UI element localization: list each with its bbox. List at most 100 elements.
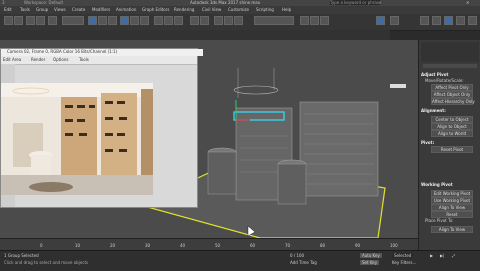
window-title: Autodesk 3ds Max 2017 shine.max bbox=[190, 0, 261, 5]
section-working-pivot[interactable]: Working Pivot bbox=[421, 182, 479, 188]
workspace-label[interactable]: Workspace: Default bbox=[24, 0, 63, 5]
edit-working-pivot-button[interactable]: Edit Working Pivot bbox=[431, 190, 473, 197]
menu-item-animation[interactable]: Animation bbox=[116, 7, 136, 12]
align-to-object-button[interactable]: Align to Object bbox=[431, 123, 473, 130]
menu-item-scripting[interactable]: Scripting bbox=[256, 7, 274, 12]
select-move-icon[interactable] bbox=[120, 16, 129, 25]
render-menu-tools[interactable]: Tools bbox=[79, 57, 89, 62]
timeline-tick: 0 bbox=[40, 243, 43, 248]
close-icon[interactable]: ✕ bbox=[466, 0, 469, 5]
affect-pivot-only-button[interactable]: Affect Pivot Only bbox=[431, 84, 473, 91]
menu-item-graph-editors[interactable]: Graph Editors bbox=[142, 7, 169, 12]
timeline-tick: 50 bbox=[215, 243, 221, 248]
curve-editor-icon[interactable] bbox=[224, 16, 233, 25]
timeline-tick: 90 bbox=[355, 243, 361, 248]
motion-tab-icon[interactable] bbox=[456, 16, 465, 25]
select-by-name-icon[interactable] bbox=[98, 16, 107, 25]
ceiling-light bbox=[233, 85, 279, 95]
hat-object bbox=[390, 84, 406, 88]
prompt-hint: Click and drag to select and move object… bbox=[4, 260, 89, 265]
menu-item-civil-view[interactable]: Civil View bbox=[202, 7, 221, 12]
render-area-label[interactable]: Edit Area bbox=[3, 57, 21, 62]
render-window-toolbar: Edit Area Render Options Tools bbox=[1, 56, 197, 65]
menu-item-create[interactable]: Create bbox=[72, 7, 85, 12]
timeline-tick: 70 bbox=[285, 243, 291, 248]
search-input[interactable]: Type a keyword or phrase bbox=[330, 0, 381, 5]
menu-item-customize[interactable]: Customize bbox=[228, 7, 249, 12]
timeline-tick: 20 bbox=[110, 243, 116, 248]
hierarchy-tab-icon[interactable] bbox=[444, 16, 453, 25]
align-icon[interactable] bbox=[200, 16, 209, 25]
auto-key-button[interactable]: Auto Key bbox=[360, 253, 382, 258]
menu-item-edit[interactable]: Edit bbox=[4, 7, 12, 12]
render-frame-icon[interactable] bbox=[310, 16, 319, 25]
reset-pivot-button[interactable]: Reset Pivot bbox=[431, 146, 473, 153]
section-alignment: Alignment: bbox=[421, 108, 446, 113]
menu-item-rendering[interactable]: Rendering bbox=[174, 7, 194, 12]
render-menu-render[interactable]: Render bbox=[31, 57, 45, 62]
ribbon-bar bbox=[0, 30, 390, 40]
next-frame-icon[interactable]: ▶| bbox=[440, 253, 444, 258]
main-toolbar bbox=[0, 14, 480, 31]
menu-item-help[interactable]: Help bbox=[282, 7, 291, 12]
pedestal-right bbox=[277, 163, 307, 205]
reset-working-pivot-button[interactable]: Reset bbox=[431, 211, 473, 218]
named-selection-dropdown[interactable] bbox=[254, 16, 294, 25]
selection-status: 1 Group Selected bbox=[4, 253, 39, 258]
menu-item-group[interactable]: Group bbox=[36, 7, 48, 12]
app-logo[interactable]: 3 bbox=[2, 0, 5, 5]
mirror-icon[interactable] bbox=[190, 16, 199, 25]
menu-item-tools[interactable]: Tools bbox=[20, 7, 30, 12]
hierarchy-subtabs[interactable] bbox=[423, 64, 477, 68]
timeline-tick: 60 bbox=[250, 243, 256, 248]
add-time-tag-button[interactable]: Add Time Tag bbox=[290, 260, 317, 265]
undo-icon[interactable] bbox=[4, 16, 13, 25]
timeline-tick: 40 bbox=[180, 243, 186, 248]
layer-icon[interactable] bbox=[214, 16, 223, 25]
render-menu-options[interactable]: Options bbox=[53, 57, 68, 62]
key-filters-button[interactable]: Key Filters... bbox=[392, 260, 416, 265]
link-icon[interactable] bbox=[26, 16, 35, 25]
zoom-extents-icon[interactable]: ⤢ bbox=[452, 253, 455, 258]
command-panel: Adjust Pivot Move/Rotate/Scale: Affect P… bbox=[418, 40, 480, 260]
redo-icon[interactable] bbox=[14, 16, 23, 25]
align-to-view-button-2[interactable]: Align To View bbox=[431, 226, 473, 233]
selection-filter-dropdown[interactable] bbox=[62, 16, 84, 25]
frame-counter[interactable]: 0 / 100 bbox=[290, 253, 304, 258]
status-bar: 1 Group Selected Click and drag to selec… bbox=[0, 250, 480, 271]
center-to-object-button[interactable]: Center to Object bbox=[431, 116, 473, 123]
use-working-pivot-button[interactable]: Use Working Pivot bbox=[431, 197, 473, 204]
key-mode-dropdown[interactable]: Selected bbox=[392, 253, 414, 258]
display-tab-icon[interactable] bbox=[468, 16, 477, 25]
region-select-icon[interactable] bbox=[108, 16, 117, 25]
align-to-view-button[interactable]: Align To View bbox=[431, 204, 473, 211]
move-rotate-scale-label: Move/Rotate/Scale: bbox=[425, 78, 464, 83]
timeline-tick: 80 bbox=[320, 243, 326, 248]
render-setup-icon[interactable] bbox=[300, 16, 309, 25]
ribbon-icon[interactable] bbox=[376, 16, 385, 25]
snap-icon[interactable] bbox=[154, 16, 163, 25]
material-editor-icon[interactable] bbox=[234, 16, 243, 25]
scene-explorer-icon[interactable] bbox=[390, 16, 399, 25]
align-to-world-button[interactable]: Align to World bbox=[431, 130, 473, 137]
menu-item-views[interactable]: Views bbox=[54, 7, 66, 12]
select-rotate-icon[interactable] bbox=[130, 16, 139, 25]
affect-hierarchy-only-button[interactable]: Affect Hierarchy Only bbox=[431, 98, 475, 105]
render-icon[interactable] bbox=[320, 16, 329, 25]
bind-icon[interactable] bbox=[48, 16, 57, 25]
display-panel-right bbox=[299, 101, 379, 197]
percent-snap-icon[interactable] bbox=[174, 16, 183, 25]
set-key-button[interactable]: Set Key bbox=[360, 260, 380, 265]
modify-tab-icon[interactable] bbox=[432, 16, 441, 25]
play-icon[interactable]: ▶ bbox=[430, 253, 433, 258]
timeline-tick: 10 bbox=[75, 243, 81, 248]
select-object-icon[interactable] bbox=[88, 16, 97, 25]
select-scale-icon[interactable] bbox=[140, 16, 149, 25]
render-frame-window[interactable]: Camera 02, Frame 0, RGBA Color 16 Bits/C… bbox=[0, 48, 203, 208]
create-tab-icon[interactable] bbox=[420, 16, 429, 25]
affect-object-only-button[interactable]: Affect Object Only bbox=[431, 91, 473, 98]
unlink-icon[interactable] bbox=[36, 16, 45, 25]
pedestal-left bbox=[207, 151, 237, 195]
angle-snap-icon[interactable] bbox=[164, 16, 173, 25]
menu-item-modifiers[interactable]: Modifiers bbox=[92, 7, 110, 12]
